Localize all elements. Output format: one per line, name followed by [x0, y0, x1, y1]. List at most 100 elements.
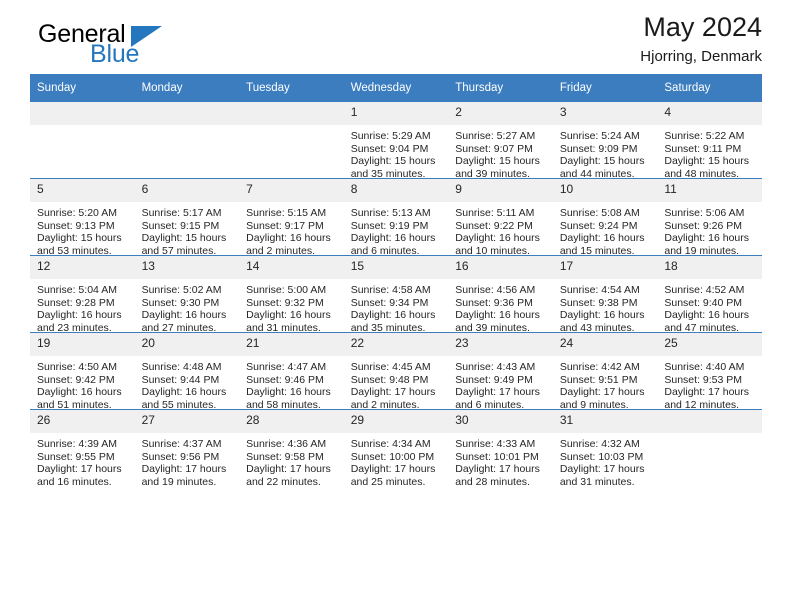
- calendar-cell: 21 Sunrise: 4:47 AM Sunset: 9:46 PM Dayligh…: [239, 332, 344, 411]
- sunrise-text: Sunrise: 4:54 AM: [559, 284, 640, 296]
- sunrise-text: Sunrise: 4:34 AM: [350, 438, 431, 450]
- day-cell[interactable]: 13 Sunrise: 5:02 AM Sunset: 9:30 PM Dayligh…: [134, 256, 240, 334]
- day-cell[interactable]: 24 Sunrise: 4:42 AM Sunset: 9:51 PM Dayligh…: [552, 333, 658, 411]
- daylight-text-line1: Daylight: 16 hours: [559, 232, 645, 245]
- day-cell[interactable]: 16 Sunrise: 4:56 AM Sunset: 9:36 PM Dayligh…: [448, 256, 553, 334]
- day-number: [657, 410, 762, 433]
- day-cell[interactable]: 8 Sunrise: 5:13 AM Sunset: 9:19 PM Daylight…: [343, 179, 449, 257]
- day-sun-info: Sunrise: 4:50 AM Sunset: 9:42 PM Daylight:…: [30, 356, 135, 411]
- daylight-text-line2: and 22 minutes.: [246, 475, 321, 488]
- day-sun-info: Sunrise: 4:43 AM Sunset: 9:49 PM Daylight:…: [448, 356, 553, 411]
- sunset-text: Sunset: 9:32 PM: [246, 296, 324, 309]
- calendar-cell: 14 Sunrise: 5:00 AM Sunset: 9:32 PM Dayligh…: [239, 255, 344, 334]
- day-cell[interactable]: 27 Sunrise: 4:37 AM Sunset: 9:56 PM Dayligh…: [134, 410, 240, 488]
- calendar-cell: 18 Sunrise: 4:52 AM Sunset: 9:40 PM Dayligh…: [657, 255, 762, 334]
- calendar-cell: 10 Sunrise: 5:08 AM Sunset: 9:24 PM Dayligh…: [552, 178, 658, 257]
- day-cell[interactable]: 3 Sunrise: 5:24 AM Sunset: 9:09 PM Daylight…: [552, 102, 658, 180]
- day-cell[interactable]: 15 Sunrise: 4:58 AM Sunset: 9:34 PM Dayligh…: [343, 256, 449, 334]
- calendar-cell: 28 Sunrise: 4:36 AM Sunset: 9:58 PM Dayligh…: [239, 409, 344, 488]
- daylight-text-line1: Daylight: 17 hours: [350, 463, 436, 476]
- title-block: May 2024 Hjorring, Denmark: [640, 12, 762, 65]
- sunset-text: Sunset: 9:09 PM: [559, 142, 638, 155]
- day-cell[interactable]: 20 Sunrise: 4:48 AM Sunset: 9:44 PM Dayligh…: [134, 333, 240, 411]
- calendar-table: Sunday Monday Tuesday Wednesday Thursday…: [30, 74, 762, 488]
- day-number: 14: [239, 256, 344, 279]
- sunset-text: Sunset: 9:30 PM: [141, 296, 220, 309]
- sunset-text: Sunset: 9:24 PM: [559, 219, 638, 232]
- day-sun-info: Sunrise: 4:42 AM Sunset: 9:51 PM Daylight:…: [553, 356, 658, 411]
- day-cell[interactable]: 21 Sunrise: 4:47 AM Sunset: 9:46 PM Dayligh…: [239, 333, 344, 411]
- daylight-text-line1: Daylight: 16 hours: [455, 309, 540, 322]
- day-cell[interactable]: 26 Sunrise: 4:39 AM Sunset: 9:55 PM Dayligh…: [30, 410, 135, 488]
- calendar-cell: 13 Sunrise: 5:02 AM Sunset: 9:30 PM Dayligh…: [134, 255, 240, 334]
- day-cell[interactable]: 22 Sunrise: 4:45 AM Sunset: 9:48 PM Dayligh…: [343, 333, 449, 411]
- day-cell[interactable]: 17 Sunrise: 4:54 AM Sunset: 9:38 PM Dayligh…: [552, 256, 658, 334]
- daylight-text-line1: Daylight: 17 hours: [350, 386, 436, 399]
- calendar-cell: 23 Sunrise: 4:43 AM Sunset: 9:49 PM Dayligh…: [448, 332, 553, 411]
- sunrise-text: Sunrise: 4:32 AM: [559, 438, 640, 450]
- day-cell[interactable]: 18 Sunrise: 4:52 AM Sunset: 9:40 PM Dayligh…: [657, 256, 762, 334]
- calendar-body: 1 Sunrise: 5:29 AM Sunset: 9:04 PM Daylight…: [30, 102, 762, 488]
- sunrise-text: Sunrise: 4:58 AM: [350, 284, 431, 296]
- day-number: 13: [134, 256, 240, 279]
- calendar-head: Sunday Monday Tuesday Wednesday Thursday…: [30, 74, 762, 102]
- daylight-text-line1: Daylight: 17 hours: [559, 463, 645, 476]
- day-cell[interactable]: 25 Sunrise: 4:40 AM Sunset: 9:53 PM Dayligh…: [657, 333, 762, 411]
- day-cell[interactable]: 2 Sunrise: 5:27 AM Sunset: 9:07 PM Daylight…: [448, 102, 553, 180]
- day-cell[interactable]: 4 Sunrise: 5:22 AM Sunset: 9:11 PM Daylight…: [657, 102, 762, 180]
- day-cell-empty: [134, 102, 240, 178]
- sunset-text: Sunset: 9:40 PM: [664, 296, 743, 309]
- day-cell[interactable]: 23 Sunrise: 4:43 AM Sunset: 9:49 PM Dayligh…: [448, 333, 553, 411]
- day-cell-empty: [239, 102, 344, 178]
- day-sun-info: Sunrise: 4:40 AM Sunset: 9:53 PM Daylight:…: [657, 356, 762, 411]
- day-number: 30: [448, 410, 553, 433]
- sunrise-text: Sunrise: 4:48 AM: [141, 361, 222, 373]
- daylight-text-line1: Daylight: 15 hours: [455, 155, 540, 168]
- weekday-header-tuesday: Tuesday: [239, 74, 344, 102]
- day-sun-info: Sunrise: 5:27 AM Sunset: 9:07 PM Daylight:…: [448, 125, 553, 180]
- calendar-cell: 24 Sunrise: 4:42 AM Sunset: 9:51 PM Dayligh…: [552, 332, 658, 411]
- day-sun-info: Sunrise: 5:15 AM Sunset: 9:17 PM Daylight:…: [239, 202, 344, 257]
- day-cell[interactable]: 31 Sunrise: 4:32 AM Sunset: 10:03 PM Daylig…: [552, 410, 658, 488]
- daylight-text-line1: Daylight: 16 hours: [37, 386, 122, 399]
- day-number: 19: [30, 333, 135, 356]
- day-cell[interactable]: 28 Sunrise: 4:36 AM Sunset: 9:58 PM Dayligh…: [239, 410, 344, 488]
- day-sun-info: Sunrise: 5:20 AM Sunset: 9:13 PM Daylight:…: [30, 202, 135, 257]
- weekday-header-friday: Friday: [552, 74, 658, 102]
- day-cell[interactable]: 11 Sunrise: 5:06 AM Sunset: 9:26 PM Dayligh…: [657, 179, 762, 257]
- day-cell[interactable]: 10 Sunrise: 5:08 AM Sunset: 9:24 PM Dayligh…: [552, 179, 658, 257]
- day-sun-info: Sunrise: 5:06 AM Sunset: 9:26 PM Daylight:…: [657, 202, 762, 257]
- day-sun-info: Sunrise: 5:08 AM Sunset: 9:24 PM Daylight:…: [553, 202, 658, 257]
- day-cell[interactable]: 6 Sunrise: 5:17 AM Sunset: 9:15 PM Daylight…: [134, 179, 240, 257]
- day-cell[interactable]: 30 Sunrise: 4:33 AM Sunset: 10:01 PM Daylig…: [448, 410, 553, 488]
- day-cell[interactable]: 5 Sunrise: 5:20 AM Sunset: 9:13 PM Daylight…: [30, 179, 135, 257]
- brand-logo: General Blue: [30, 22, 260, 74]
- sunrise-text: Sunrise: 5:24 AM: [559, 130, 640, 142]
- sunrise-text: Sunrise: 5:04 AM: [37, 284, 117, 296]
- weekday-header-wednesday: Wednesday: [343, 74, 449, 102]
- day-sun-info: Sunrise: 4:47 AM Sunset: 9:46 PM Daylight:…: [239, 356, 344, 411]
- sunrise-text: Sunrise: 4:45 AM: [350, 361, 431, 373]
- day-number: 26: [30, 410, 135, 433]
- page-title: May 2024: [643, 12, 762, 42]
- day-cell[interactable]: 9 Sunrise: 5:11 AM Sunset: 9:22 PM Daylight…: [448, 179, 553, 257]
- sunset-text: Sunset: 9:53 PM: [664, 373, 743, 386]
- calendar-cell: 1 Sunrise: 5:29 AM Sunset: 9:04 PM Daylight…: [343, 102, 449, 180]
- day-cell[interactable]: 29 Sunrise: 4:34 AM Sunset: 10:00 PM Daylig…: [343, 410, 449, 488]
- daylight-text-line1: Daylight: 16 hours: [246, 232, 331, 245]
- day-cell[interactable]: 1 Sunrise: 5:29 AM Sunset: 9:04 PM Daylight…: [343, 102, 449, 180]
- sunrise-text: Sunrise: 5:29 AM: [350, 130, 431, 142]
- day-cell[interactable]: 12 Sunrise: 5:04 AM Sunset: 9:28 PM Dayligh…: [30, 256, 135, 334]
- sunrise-text: Sunrise: 5:15 AM: [246, 207, 327, 219]
- day-cell[interactable]: 7 Sunrise: 5:15 AM Sunset: 9:17 PM Daylight…: [239, 179, 344, 257]
- day-cell[interactable]: 19 Sunrise: 4:50 AM Sunset: 9:42 PM Dayligh…: [30, 333, 135, 411]
- sunrise-text: Sunrise: 4:39 AM: [37, 438, 117, 450]
- calendar-cell: 29 Sunrise: 4:34 AM Sunset: 10:00 PM Daylig…: [343, 409, 449, 488]
- brand-name-bottom: Blue: [90, 40, 140, 68]
- page-subtitle: Hjorring, Denmark: [640, 48, 762, 66]
- calendar-cell: 25 Sunrise: 4:40 AM Sunset: 9:53 PM Dayligh…: [657, 332, 762, 411]
- sunset-text: Sunset: 9:51 PM: [559, 373, 638, 386]
- day-sun-info: Sunrise: 4:36 AM Sunset: 9:58 PM Daylight:…: [239, 433, 344, 488]
- day-cell[interactable]: 14 Sunrise: 5:00 AM Sunset: 9:32 PM Dayligh…: [239, 256, 344, 334]
- day-number: 1: [343, 102, 449, 125]
